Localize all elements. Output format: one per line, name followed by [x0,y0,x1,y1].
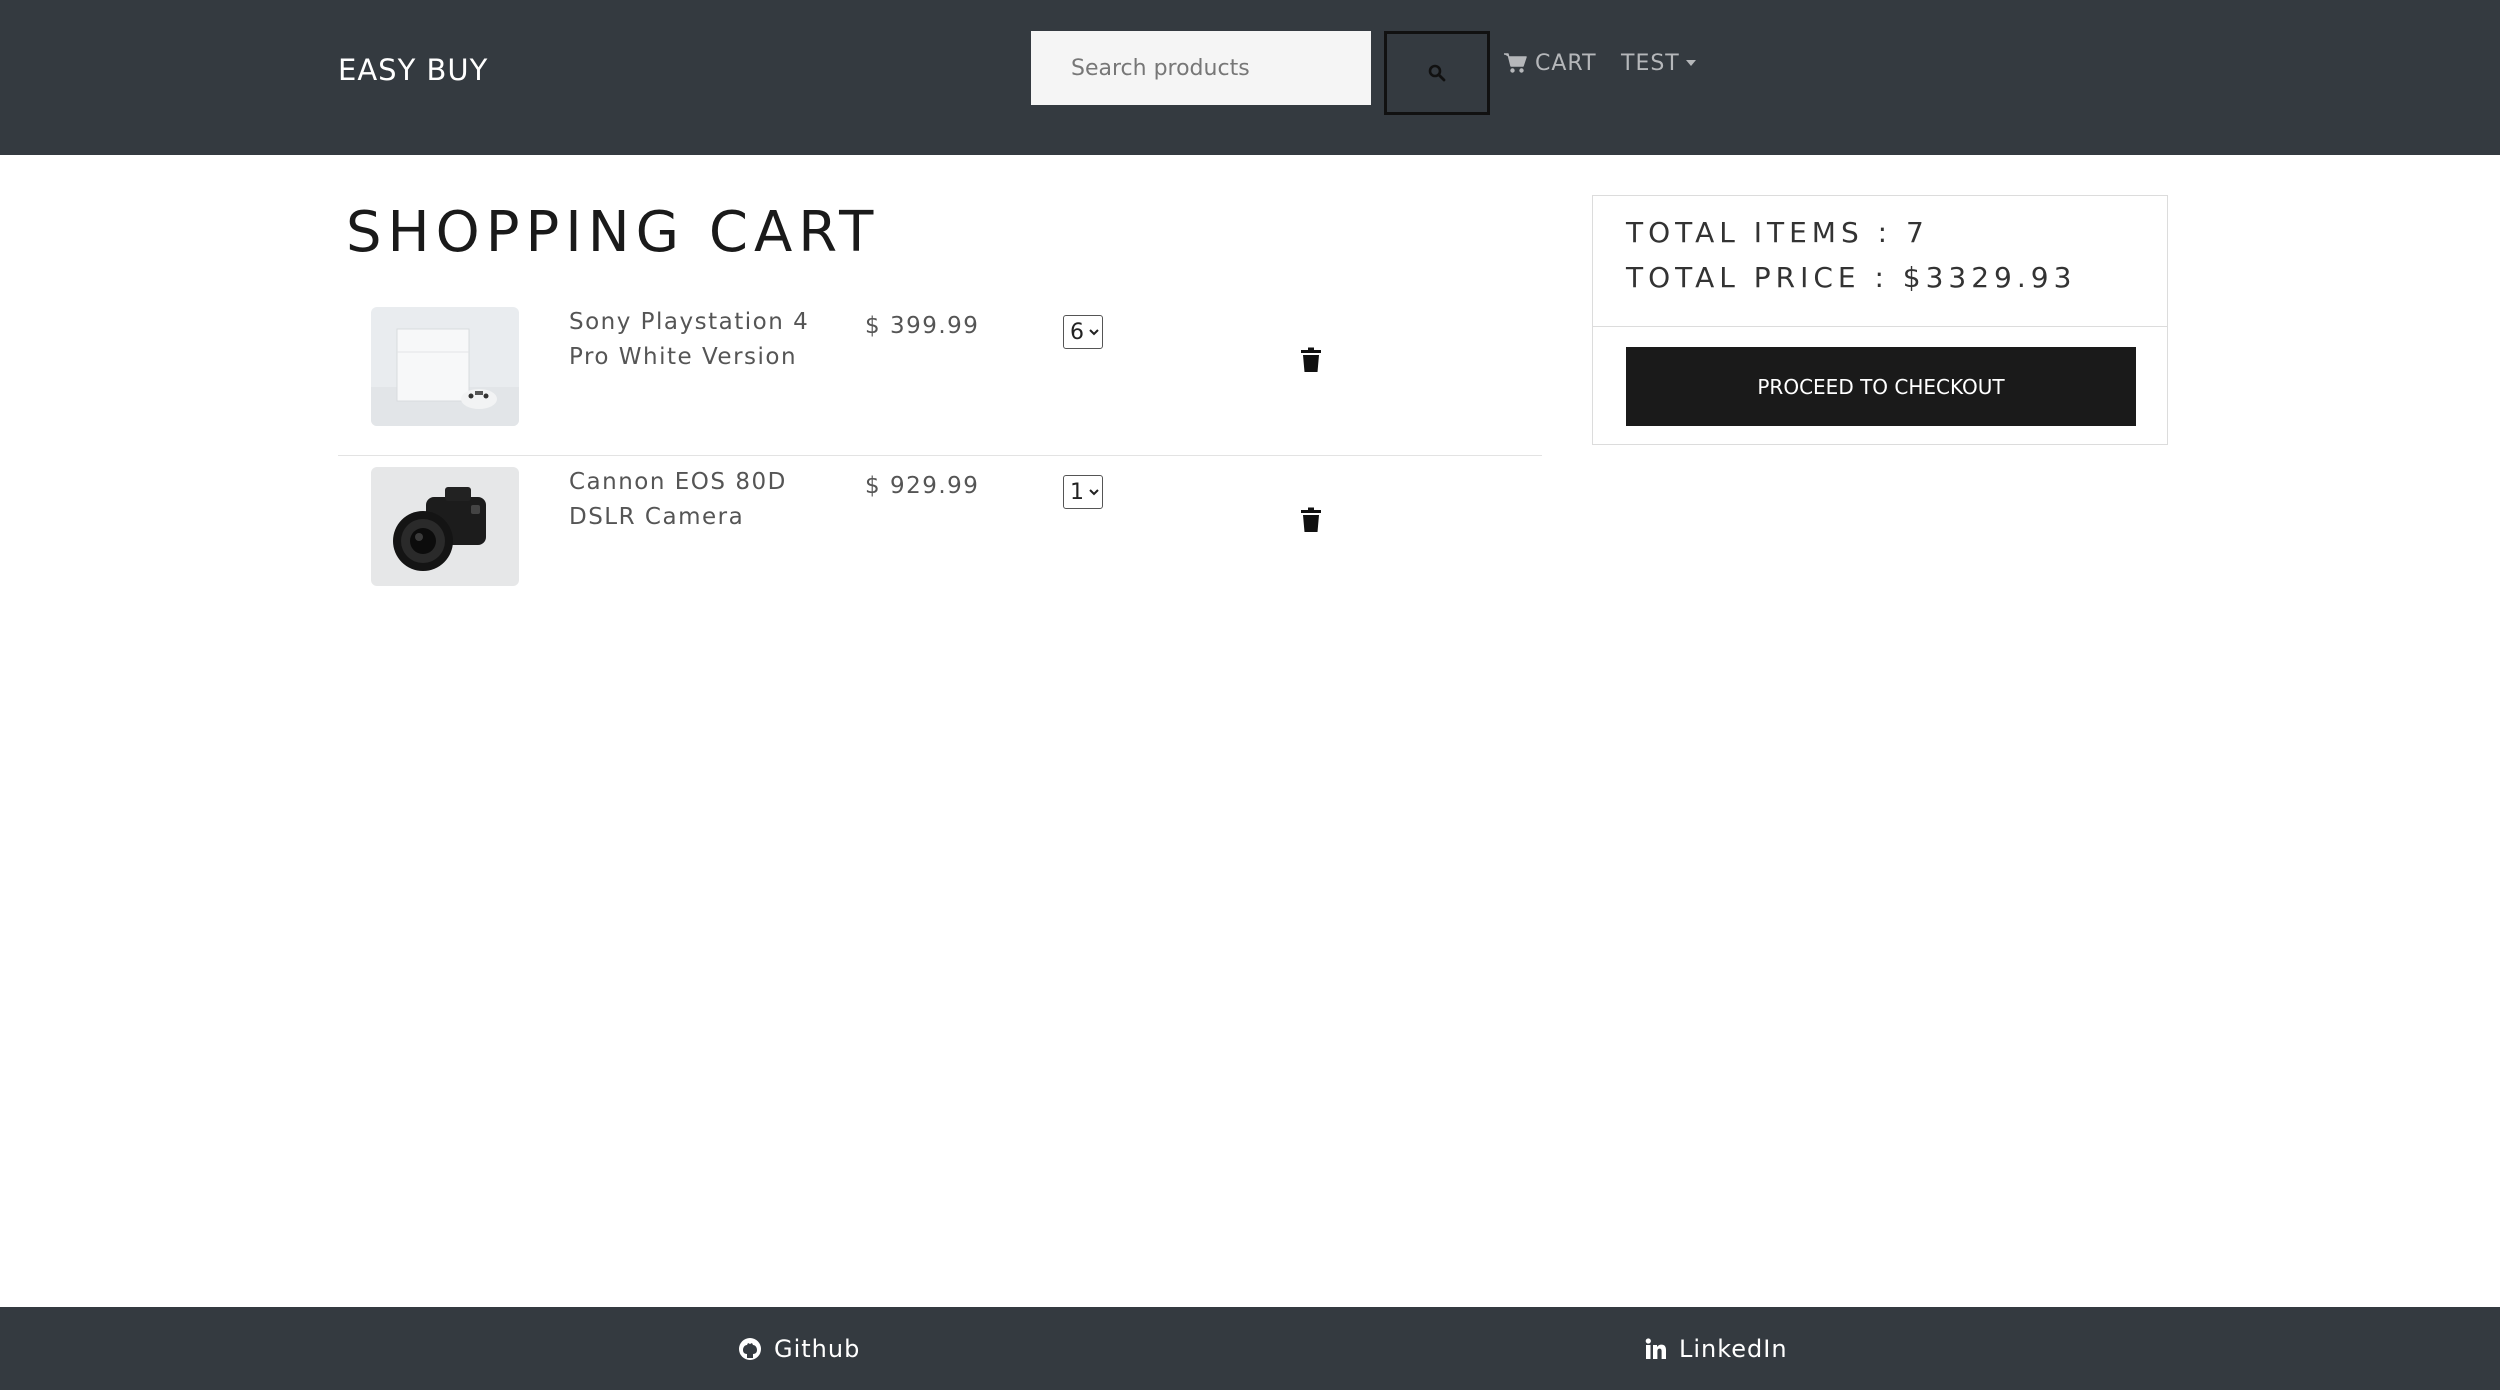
footer: Github LinkedIn [0,1307,2500,1390]
product-price: $ 399.99 [865,313,980,339]
github-link[interactable]: Github [738,1334,860,1364]
product-price: $ 929.99 [865,473,980,499]
trash-icon[interactable] [1300,347,1322,373]
search-input[interactable] [1031,31,1371,105]
nav-cart-link[interactable]: CART [1503,48,1597,78]
github-label: Github [774,1335,861,1363]
product-image[interactable] [371,467,519,586]
linkedin-icon [1645,1338,1666,1359]
proceed-to-checkout-button[interactable]: PROCEED TO CHECKOUT [1626,347,2136,426]
order-summary-card: TOTAL ITEMS : 7 TOTAL PRICE : $3329.93 P… [1592,195,2168,445]
product-name-line2: DSLR Camera [569,504,745,530]
total-items: TOTAL ITEMS : 7 [1626,216,1929,249]
navbar: EASY BUY CART TEST [0,0,2500,155]
product-name-line1: Cannon EOS 80D [569,469,787,495]
product-name-line1: Sony Playstation 4 [569,309,810,335]
dslr-camera-image [371,467,519,586]
summary-totals: TOTAL ITEMS : 7 TOTAL PRICE : $3329.93 [1593,196,2167,327]
brand-logo[interactable]: EASY BUY [338,53,488,87]
search-icon [1428,64,1446,82]
ps4-white-image [371,307,519,426]
cart-item-row: Sony Playstation 4 Pro White Version $ 3… [338,295,1542,456]
linkedin-label: LinkedIn [1679,1335,1788,1363]
total-price: TOTAL PRICE : $3329.93 [1626,261,2077,294]
user-dropdown[interactable]: TEST [1621,48,1696,78]
github-icon [739,1338,761,1360]
cart-item-row: Cannon EOS 80D DSLR Camera $ 929.99 1 [338,455,1542,615]
user-dropdown-label: TEST [1621,50,1680,76]
quantity-select[interactable]: 1 [1063,475,1103,509]
search-button[interactable] [1384,31,1490,115]
nav-cart-label: CART [1535,50,1597,76]
product-name-line2: Pro White Version [569,344,798,370]
page-title: SHOPPING CART [346,200,880,265]
product-image[interactable] [371,307,519,426]
product-name[interactable]: Cannon EOS 80D DSLR Camera [569,465,829,535]
product-name[interactable]: Sony Playstation 4 Pro White Version [569,305,829,375]
cart-icon [1504,53,1527,73]
quantity-select[interactable]: 6 [1063,315,1103,349]
caret-down-icon [1685,60,1696,66]
linkedin-link[interactable]: LinkedIn [1645,1334,1788,1364]
trash-icon[interactable] [1300,507,1322,533]
